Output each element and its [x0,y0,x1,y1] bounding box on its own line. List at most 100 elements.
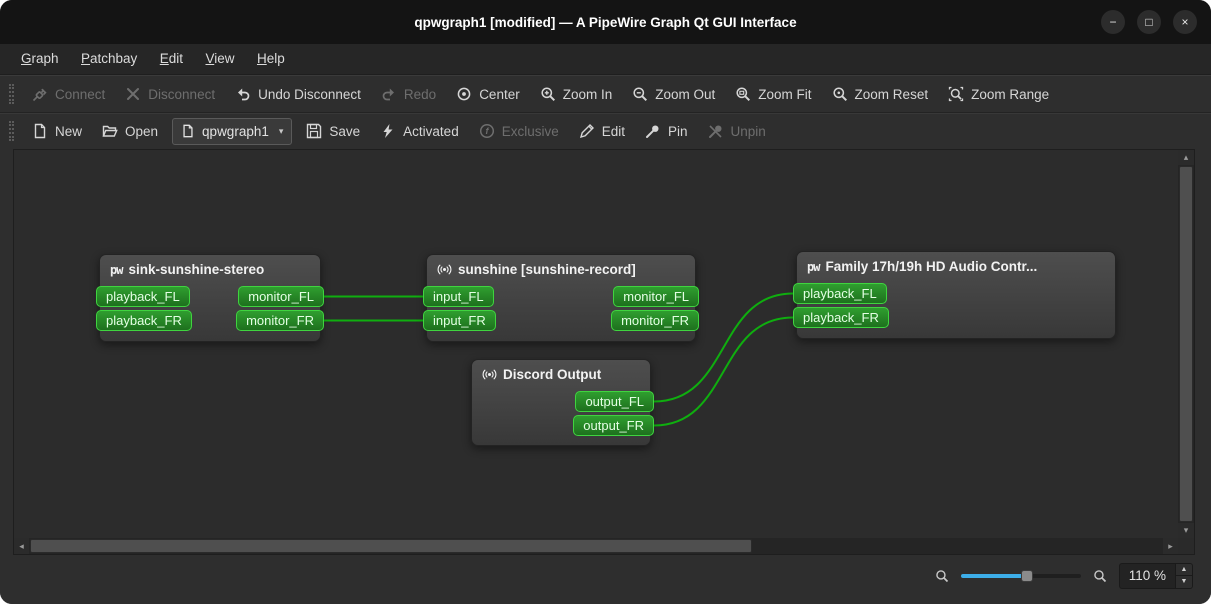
zoom-out-button[interactable]: Zoom Out [622,80,725,108]
horizontal-scrollbar[interactable]: ◂ ▸ [14,538,1178,554]
zoom-in-label: Zoom In [562,86,613,102]
node-discord-output[interactable]: Discord Output output_FL output_FR [471,359,654,446]
port-monitor_FR[interactable]: monitor_FR [236,310,324,331]
pipewire-icon: pw [110,262,123,277]
edit-patchbay-button[interactable]: Edit [569,117,635,145]
node-sink-sunshine-stereo[interactable]: pw sink-sunshine-stereo playback_FLplaybac… [96,254,324,342]
scroll-down-arrow[interactable]: ▾ [1178,523,1194,538]
node-title: pw sink-sunshine-stereo [110,262,265,277]
audio-stream-icon [437,262,452,277]
scrollbar-corner [1178,538,1194,554]
node-family-audio[interactable]: pw Family 17h/19h HD Audio Contr... playba… [793,251,1116,339]
svg-text:f: f [485,126,489,136]
save-label: Save [329,123,361,139]
zoom-slider[interactable] [960,568,1081,584]
disconnect-label: Disconnect [148,86,216,102]
zoom-in-icon[interactable] [1093,569,1107,583]
disconnect-button[interactable]: Disconnect [115,80,225,108]
port-playback_FL[interactable]: playback_FL [793,283,887,304]
port-monitor_FR[interactable]: monitor_FR [611,310,699,331]
new-patchbay-button[interactable]: New [22,117,92,145]
patchbay-selector-value: qpwgraph1 [202,123,269,139]
undo-disconnect-button[interactable]: Undo Disconnect [225,80,371,108]
unpin-icon [708,123,724,139]
zoom-in-button[interactable]: Zoom In [530,80,623,108]
menu-graph[interactable]: Graph [12,44,68,72]
zoom-out-icon[interactable] [935,569,949,583]
zoom-spinbox[interactable]: 110 % ▲ ▼ [1118,562,1193,589]
activated-label: Activated [403,123,459,139]
maximize-icon: □ [1145,15,1153,29]
node-title: sunshine [sunshine-record] [427,255,695,279]
center-label: Center [479,86,520,102]
menu-help[interactable]: Help [248,44,294,72]
menu-edit[interactable]: Edit [151,44,192,72]
zoom-range-icon [948,86,964,102]
patchbay-toolbar: New Open qpwgraph1 ▾ Save Activated f Ex… [0,112,1211,149]
redo-label: Redo [403,86,437,102]
patchbay-selector-dropdown[interactable]: qpwgraph1 ▾ [172,117,293,145]
undo-label: Undo Disconnect [258,86,361,102]
lightning-icon [380,123,396,139]
zoom-slider-handle[interactable] [1020,569,1033,582]
zoom-reset-label: Zoom Reset [854,86,929,102]
connect-icon [32,86,48,102]
qpwgraph-window: qpwgraph1 [modified] — A PipeWire Graph … [0,0,1211,604]
zoom-in-icon [540,86,556,102]
vertical-scroll-handle[interactable] [1179,166,1193,522]
center-button[interactable]: Center [446,80,530,108]
unpin-button[interactable]: Unpin [698,117,776,145]
minimize-button[interactable]: − [1101,10,1125,34]
titlebar[interactable]: qpwgraph1 [modified] — A PipeWire Graph … [0,0,1211,44]
exclusive-label: Exclusive [501,123,559,139]
toolbar-handle[interactable] [9,121,14,141]
scroll-left-arrow[interactable]: ◂ [14,538,29,554]
chevron-down-icon: ▾ [278,125,284,136]
zoom-out-icon [632,86,648,102]
open-folder-icon [102,123,118,139]
connect-label: Connect [55,86,106,102]
toolbar-handle[interactable] [9,84,14,104]
exclusive-toggle[interactable]: f Exclusive [469,117,569,145]
port-output_FR[interactable]: output_FR [573,415,654,436]
zoom-spin-down-button[interactable]: ▼ [1176,575,1192,588]
horizontal-scroll-track[interactable] [752,538,1163,554]
node-sunshine[interactable]: sunshine [sunshine-record] input_FL input_… [423,254,699,342]
zoom-slider-fill [960,573,1027,578]
scroll-up-arrow[interactable]: ▴ [1178,150,1194,165]
graph-toolbar: Connect Disconnect Undo Disconnect Redo [0,75,1211,112]
zoom-reset-icon [832,86,848,102]
zoom-fit-button[interactable]: Zoom Fit [725,80,821,108]
close-button[interactable]: × [1173,10,1197,34]
zoom-reset-button[interactable]: Zoom Reset [822,80,939,108]
zoom-spin-up-button[interactable]: ▲ [1176,563,1192,575]
menu-patchbay[interactable]: Patchbay [72,44,146,72]
connections-layer [323,292,794,427]
maximize-button[interactable]: □ [1137,10,1161,34]
activated-toggle[interactable]: Activated [370,117,469,145]
pin-button[interactable]: Pin [635,117,698,145]
zoom-range-button[interactable]: Zoom Range [938,80,1059,108]
pencil-icon [579,123,595,139]
port-input_FR[interactable]: input_FR [423,310,496,331]
zoom-out-label: Zoom Out [655,86,716,102]
port-playback_FR[interactable]: playback_FR [96,310,192,331]
save-patchbay-button[interactable]: Save [296,117,370,145]
node-title: pw Family 17h/19h HD Audio Contr... [807,259,1038,274]
port-output_FL[interactable]: output_FL [575,391,654,412]
menu-view[interactable]: View [197,44,244,72]
port-input_FL[interactable]: input_FL [423,286,494,307]
redo-button[interactable]: Redo [371,80,446,108]
statusbar: 110 % ▲ ▼ [13,555,1195,602]
port-playback_FR[interactable]: playback_FR [793,307,889,328]
scroll-right-arrow[interactable]: ▸ [1163,538,1178,554]
port-monitor_FL[interactable]: monitor_FL [238,286,324,307]
connect-button[interactable]: Connect [22,80,115,108]
port-monitor_FL[interactable]: monitor_FL [613,286,699,307]
horizontal-scroll-handle[interactable] [30,539,752,553]
open-label: Open [125,123,159,139]
vertical-scrollbar[interactable]: ▴ ▾ [1178,150,1194,538]
port-playback_FL[interactable]: playback_FL [96,286,190,307]
open-patchbay-button[interactable]: Open [92,117,168,145]
graph-canvas[interactable]: pw sink-sunshine-stereo playback_FL playbac… [14,150,1178,538]
